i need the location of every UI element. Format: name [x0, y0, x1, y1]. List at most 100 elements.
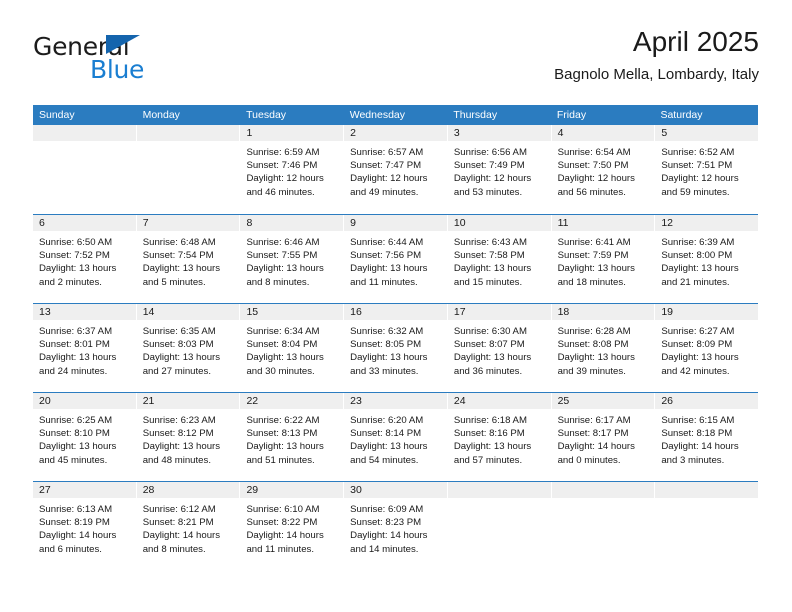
- day-number: 14: [142, 306, 155, 318]
- daylight-text: Daylight: 13 hours and 33 minutes.: [350, 352, 428, 377]
- day-cell[interactable]: 3 Sunrise: 6:56 AM Sunset: 7:49 PM Dayli…: [447, 125, 552, 214]
- day-number-band: 1: [240, 125, 344, 141]
- day-details: Sunrise: 6:34 AM Sunset: 8:04 PM Dayligh…: [240, 320, 343, 378]
- sunrise-text: Sunrise: 6:43 AM: [453, 237, 527, 248]
- day-cell[interactable]: 21 Sunrise: 6:23 AM Sunset: 8:12 PM Dayl…: [136, 393, 241, 481]
- sunrise-text: Sunrise: 6:48 AM: [142, 237, 216, 248]
- day-number-band: [447, 482, 551, 498]
- day-cell[interactable]: 7 Sunrise: 6:48 AM Sunset: 7:54 PM Dayli…: [136, 215, 241, 303]
- day-number-band: 15: [240, 304, 344, 320]
- sunrise-text: Sunrise: 6:32 AM: [350, 326, 424, 337]
- day-cell[interactable]: 25 Sunrise: 6:17 AM Sunset: 8:17 PM Dayl…: [551, 393, 656, 481]
- sunrise-text: Sunrise: 6:59 AM: [246, 147, 320, 158]
- day-cell[interactable]: 29 Sunrise: 6:10 AM Sunset: 8:22 PM Dayl…: [240, 482, 345, 570]
- day-details: Sunrise: 6:57 AM Sunset: 7:47 PM Dayligh…: [344, 141, 447, 199]
- page-title: April 2025: [632, 26, 759, 57]
- day-number: 22: [246, 395, 259, 407]
- day-cell[interactable]: 1 Sunrise: 6:59 AM Sunset: 7:46 PM Dayli…: [240, 125, 345, 214]
- day-number-band: 8: [240, 215, 344, 231]
- day-cell[interactable]: 15 Sunrise: 6:34 AM Sunset: 8:04 PM Dayl…: [240, 304, 345, 392]
- sunset-text: Sunset: 7:51 PM: [661, 160, 733, 172]
- sunset-text: Sunset: 8:13 PM: [246, 428, 318, 440]
- daylight-text: Daylight: 12 hours and 46 minutes.: [246, 173, 324, 198]
- sunrise-text: Sunrise: 6:28 AM: [557, 326, 631, 337]
- sunset-text: Sunset: 7:46 PM: [246, 160, 318, 172]
- day-cell[interactable]: [447, 482, 552, 570]
- day-number: 17: [453, 306, 466, 318]
- sunset-text: Sunset: 7:50 PM: [557, 160, 629, 172]
- daylight-text: Daylight: 13 hours and 5 minutes.: [142, 263, 221, 288]
- daylight-text: Daylight: 12 hours and 56 minutes.: [557, 173, 635, 198]
- day-number: 4: [557, 127, 564, 139]
- day-cell[interactable]: 22 Sunrise: 6:22 AM Sunset: 8:13 PM Dayl…: [240, 393, 345, 481]
- day-cell[interactable]: 30 Sunrise: 6:09 AM Sunset: 8:23 PM Dayl…: [344, 482, 448, 570]
- day-cell[interactable]: 23 Sunrise: 6:20 AM Sunset: 8:14 PM Dayl…: [344, 393, 448, 481]
- day-cell[interactable]: 6 Sunrise: 6:50 AM Sunset: 7:52 PM Dayli…: [33, 215, 137, 303]
- daylight-text: Daylight: 13 hours and 51 minutes.: [246, 441, 324, 466]
- week-row: 1 Sunrise: 6:59 AM Sunset: 7:46 PM Dayli…: [33, 125, 759, 214]
- daylight-text: Daylight: 13 hours and 54 minutes.: [350, 441, 428, 466]
- week-row: 13 Sunrise: 6:37 AM Sunset: 8:01 PM Dayl…: [33, 303, 759, 392]
- day-cell[interactable]: 18 Sunrise: 6:28 AM Sunset: 8:08 PM Dayl…: [551, 304, 656, 392]
- day-cell[interactable]: 24 Sunrise: 6:18 AM Sunset: 8:16 PM Dayl…: [447, 393, 552, 481]
- day-number-band: 20: [33, 393, 136, 409]
- day-cell[interactable]: 4 Sunrise: 6:54 AM Sunset: 7:50 PM Dayli…: [551, 125, 656, 214]
- weekday-header-saturday: Saturday: [660, 109, 703, 121]
- day-cell[interactable]: 11 Sunrise: 6:41 AM Sunset: 7:59 PM Dayl…: [551, 215, 656, 303]
- day-cell[interactable]: [551, 482, 656, 570]
- sunrise-text: Sunrise: 6:17 AM: [557, 415, 631, 426]
- daylight-text: Daylight: 13 hours and 42 minutes.: [661, 352, 739, 377]
- day-cell[interactable]: 5 Sunrise: 6:52 AM Sunset: 7:51 PM Dayli…: [655, 125, 759, 214]
- day-number-band: 22: [240, 393, 344, 409]
- day-cell[interactable]: 13 Sunrise: 6:37 AM Sunset: 8:01 PM Dayl…: [33, 304, 137, 392]
- daylight-text: Daylight: 12 hours and 49 minutes.: [350, 173, 428, 198]
- daylight-text: Daylight: 12 hours and 59 minutes.: [661, 173, 739, 198]
- day-number: 29: [246, 484, 259, 496]
- day-number-band: 13: [33, 304, 136, 320]
- page-subtitle: Bagnolo Mella, Lombardy, Italy: [554, 66, 759, 84]
- day-number-band: 25: [551, 393, 655, 409]
- day-number: 13: [39, 306, 51, 318]
- day-number: 28: [142, 484, 155, 496]
- general-blue-logo[interactable]: General Blue: [33, 34, 213, 86]
- sunset-text: Sunset: 7:58 PM: [453, 250, 525, 262]
- day-cell[interactable]: 8 Sunrise: 6:46 AM Sunset: 7:55 PM Dayli…: [240, 215, 345, 303]
- day-cell[interactable]: [33, 125, 137, 214]
- day-details: Sunrise: 6:20 AM Sunset: 8:14 PM Dayligh…: [344, 409, 447, 467]
- daylight-text: Daylight: 14 hours and 6 minutes.: [39, 530, 117, 555]
- daylight-text: Daylight: 13 hours and 30 minutes.: [246, 352, 324, 377]
- day-cell[interactable]: 26 Sunrise: 6:15 AM Sunset: 8:18 PM Dayl…: [655, 393, 759, 481]
- day-cell[interactable]: 14 Sunrise: 6:35 AM Sunset: 8:03 PM Dayl…: [136, 304, 241, 392]
- day-cell[interactable]: [655, 482, 759, 570]
- daylight-text: Daylight: 13 hours and 21 minutes.: [661, 263, 739, 288]
- day-cell[interactable]: 16 Sunrise: 6:32 AM Sunset: 8:05 PM Dayl…: [344, 304, 448, 392]
- day-cell[interactable]: 19 Sunrise: 6:27 AM Sunset: 8:09 PM Dayl…: [655, 304, 759, 392]
- sunrise-text: Sunrise: 6:57 AM: [350, 147, 424, 158]
- sunset-text: Sunset: 8:17 PM: [557, 428, 629, 440]
- day-cell[interactable]: 27 Sunrise: 6:13 AM Sunset: 8:19 PM Dayl…: [33, 482, 137, 570]
- day-cell[interactable]: 9 Sunrise: 6:44 AM Sunset: 7:56 PM Dayli…: [344, 215, 448, 303]
- day-cell[interactable]: 28 Sunrise: 6:12 AM Sunset: 8:21 PM Dayl…: [136, 482, 241, 570]
- day-cell[interactable]: 20 Sunrise: 6:25 AM Sunset: 8:10 PM Dayl…: [33, 393, 137, 481]
- sunset-text: Sunset: 7:47 PM: [350, 160, 422, 172]
- sunset-text: Sunset: 7:52 PM: [39, 250, 110, 262]
- day-cell[interactable]: 17 Sunrise: 6:30 AM Sunset: 8:07 PM Dayl…: [447, 304, 552, 392]
- day-cell[interactable]: 2 Sunrise: 6:57 AM Sunset: 7:47 PM Dayli…: [344, 125, 448, 214]
- weekday-header-wednesday: Wednesday: [349, 109, 405, 121]
- daylight-text: Daylight: 13 hours and 27 minutes.: [142, 352, 221, 377]
- sunrise-text: Sunrise: 6:37 AM: [39, 326, 113, 337]
- daylight-text: Daylight: 13 hours and 18 minutes.: [557, 263, 635, 288]
- day-number-band: 4: [551, 125, 655, 141]
- day-cell[interactable]: 10 Sunrise: 6:43 AM Sunset: 7:58 PM Dayl…: [447, 215, 552, 303]
- day-number-band: 18: [551, 304, 655, 320]
- sunrise-text: Sunrise: 6:52 AM: [661, 147, 735, 158]
- week-row: 27 Sunrise: 6:13 AM Sunset: 8:19 PM Dayl…: [33, 481, 759, 570]
- day-details: Sunrise: 6:13 AM Sunset: 8:19 PM Dayligh…: [33, 498, 136, 556]
- day-number-band: 2: [344, 125, 447, 141]
- sunrise-text: Sunrise: 6:46 AM: [246, 237, 320, 248]
- day-number: 5: [661, 127, 668, 139]
- day-cell[interactable]: 12 Sunrise: 6:39 AM Sunset: 8:00 PM Dayl…: [655, 215, 759, 303]
- sunset-text: Sunset: 7:59 PM: [557, 250, 629, 262]
- day-cell[interactable]: [136, 125, 241, 214]
- daylight-text: Daylight: 13 hours and 36 minutes.: [453, 352, 532, 377]
